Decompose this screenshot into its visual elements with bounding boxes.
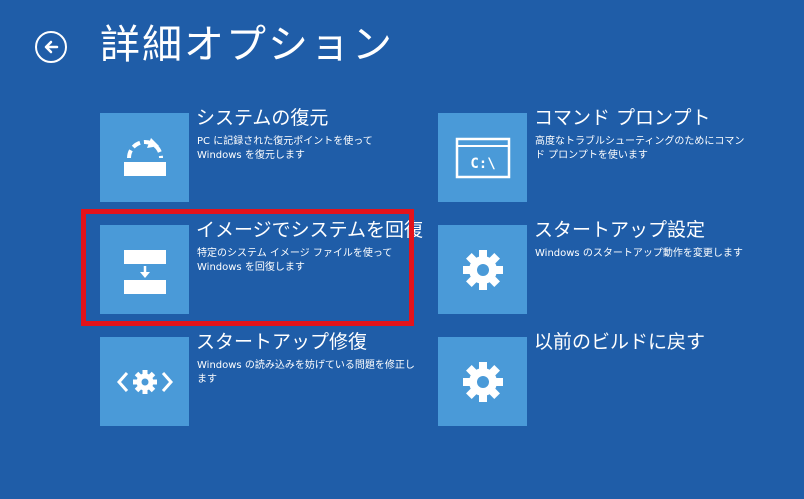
page-title: 詳細オプション: [100, 22, 394, 68]
option-previous-build[interactable]: 以前のビルドに戻す: [438, 331, 758, 431]
back-arrow-icon: [44, 40, 59, 54]
gear-icon: [462, 249, 503, 290]
option-title: コマンド プロンプト: [534, 107, 711, 129]
option-startup-settings[interactable]: スタートアップ設定 Windows のスタートアップ動作を変更します: [438, 219, 758, 319]
option-title: スタートアップ修復: [196, 331, 368, 353]
startup-repair-icon: [116, 369, 173, 394]
gear-icon: [462, 361, 503, 402]
startup-repair-tile[interactable]: [100, 337, 189, 426]
back-button[interactable]: [35, 31, 67, 63]
command-prompt-tile[interactable]: C:\: [438, 113, 527, 202]
option-title: スタートアップ設定: [534, 219, 706, 241]
option-description: Windows のスタートアップ動作を変更します: [535, 248, 743, 259]
option-command-prompt[interactable]: C:\ コマンド プロンプト 高度なトラブルシューティングのためにコマンド プロ…: [438, 107, 758, 207]
command-prompt-icon-text: C:\: [470, 156, 495, 172]
option-description: 高度なトラブルシューティングのためにコマンド プロンプトを使います: [535, 136, 745, 161]
option-description: PC に記録された復元ポイントを使って Windows を復元します: [197, 136, 373, 161]
option-startup-repair[interactable]: スタートアップ修復 Windows の読み込みを妨げている問題を修正します: [100, 331, 420, 431]
system-restore-tile[interactable]: [100, 113, 189, 202]
system-restore-icon: [123, 137, 166, 176]
option-title: 以前のビルドに戻す: [534, 331, 706, 353]
command-prompt-icon: C:\: [455, 137, 510, 178]
startup-settings-tile[interactable]: [438, 225, 527, 314]
option-title: システムの復元: [196, 107, 329, 129]
option-system-restore[interactable]: システムの復元 PC に記録された復元ポイントを使って Windows を復元し…: [100, 107, 420, 207]
option-description: Windows の読み込みを妨げている問題を修正します: [197, 360, 415, 385]
highlight-box: [81, 209, 414, 326]
previous-build-tile[interactable]: [438, 337, 527, 426]
